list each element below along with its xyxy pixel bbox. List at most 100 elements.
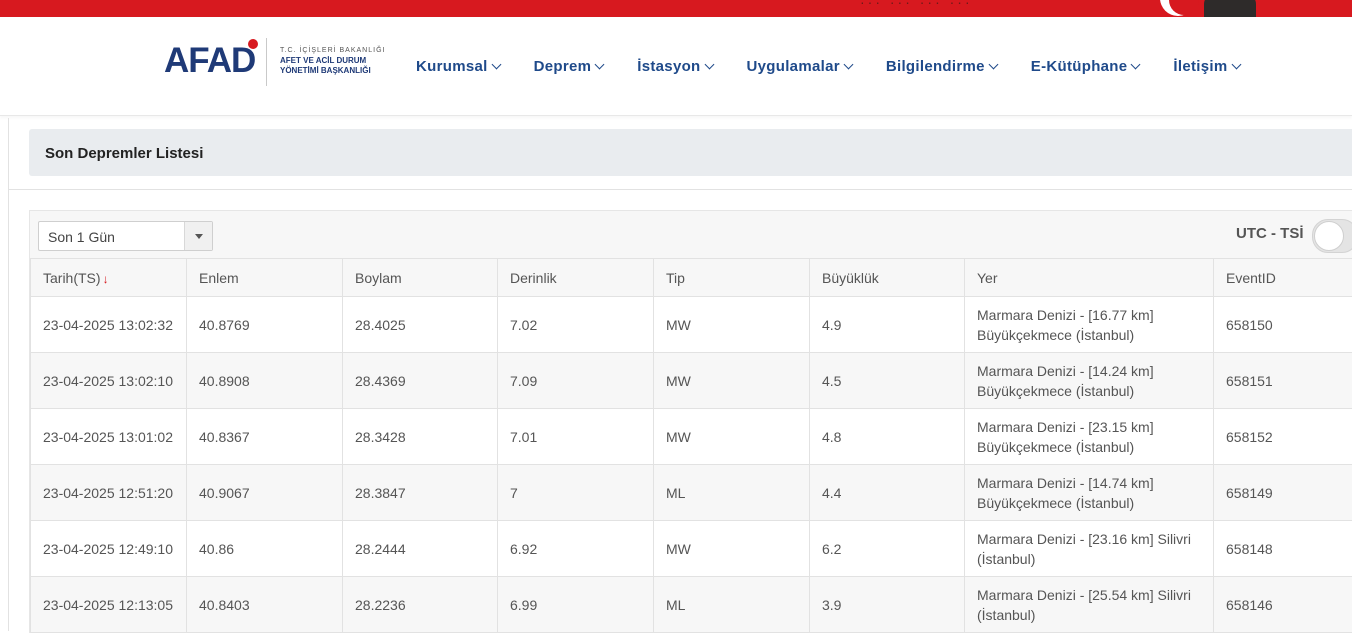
cell-date: 23-04-2025 13:02:32 (31, 297, 187, 353)
top-bar-decoration: ··· ··· ··· ··· (860, 0, 973, 10)
page-title: Son Depremler Listesi (45, 145, 203, 162)
table-row[interactable]: 23-04-2025 13:01:02 40.8367 28.3428 7.01… (31, 409, 1352, 465)
cell-type: MW (654, 521, 810, 577)
column-header-depth[interactable]: Derinlik (498, 259, 654, 297)
logo-line-3: YÖNETİMİ BAŞKANLIĞI (280, 66, 385, 76)
table-header-row: Tarih(TS)↓ Enlem Boylam Derinlik Tip Büy… (31, 259, 1352, 297)
cell-eventid: 658148 (1214, 521, 1352, 577)
column-header-latitude[interactable]: Enlem (187, 259, 343, 297)
table-row[interactable]: 23-04-2025 13:02:32 40.8769 28.4025 7.02… (31, 297, 1352, 353)
cell-magnitude: 4.9 (810, 297, 965, 353)
cell-eventid: 658151 (1214, 353, 1352, 409)
cell-latitude: 40.86 (187, 521, 343, 577)
afad-logo[interactable]: AFAD (164, 41, 255, 81)
cell-date: 23-04-2025 12:13:05 (31, 577, 187, 633)
table-row[interactable]: 23-04-2025 12:51:20 40.9067 28.3847 7 ML… (31, 465, 1352, 521)
logo-subtitle: T.C. İÇİŞLERİ BAKANLIĞI AFET VE ACİL DUR… (280, 46, 385, 76)
nav-bilgilendirme[interactable]: Bilgilendirme (886, 58, 997, 75)
content-border (8, 118, 9, 631)
cell-longitude: 28.3847 (343, 465, 498, 521)
chevron-down-icon (1231, 60, 1241, 70)
cell-magnitude: 4.4 (810, 465, 965, 521)
chevron-down-icon (491, 60, 501, 70)
cell-latitude: 40.8769 (187, 297, 343, 353)
panel-header: Son Depremler Listesi (29, 129, 1352, 176)
cell-depth: 7 (498, 465, 654, 521)
cell-eventid: 658146 (1214, 577, 1352, 633)
top-red-bar: ··· ··· ··· ··· (0, 0, 1352, 17)
chevron-down-icon (988, 60, 998, 70)
cell-latitude: 40.9067 (187, 465, 343, 521)
cell-magnitude: 3.9 (810, 577, 965, 633)
nav-deprem[interactable]: Deprem (534, 58, 604, 75)
cell-location: Marmara Denizi - [14.24 km] Büyükçekmece… (965, 353, 1214, 409)
turkish-flag-icon (1160, 0, 1196, 16)
cell-magnitude: 6.2 (810, 521, 965, 577)
table-row[interactable]: 23-04-2025 12:13:05 40.8403 28.2236 6.99… (31, 577, 1352, 633)
cell-type: MW (654, 297, 810, 353)
nav-label: Kurumsal (416, 58, 488, 75)
nav-label: Bilgilendirme (886, 58, 985, 75)
cell-latitude: 40.8908 (187, 353, 343, 409)
cell-longitude: 28.3428 (343, 409, 498, 465)
column-header-date[interactable]: Tarih(TS)↓ (31, 259, 187, 297)
cell-depth: 6.92 (498, 521, 654, 577)
cell-eventid: 658150 (1214, 297, 1352, 353)
logo-line-2: AFET VE ACİL DURUM (280, 56, 385, 66)
sort-down-arrow-icon[interactable]: ↓ (103, 272, 109, 286)
cell-depth: 6.99 (498, 577, 654, 633)
cell-location: Marmara Denizi - [14.74 km] Büyükçekmece… (965, 465, 1214, 521)
nav-e-kutuphane[interactable]: E-Kütüphane (1031, 58, 1140, 75)
cell-type: MW (654, 409, 810, 465)
table-row[interactable]: 23-04-2025 13:02:10 40.8908 28.4369 7.09… (31, 353, 1352, 409)
nav-label: Deprem (534, 58, 592, 75)
nav-label: İletişim (1173, 58, 1227, 75)
cell-location: Marmara Denizi - [23.16 km] Silivri (İst… (965, 521, 1214, 577)
cell-depth: 7.09 (498, 353, 654, 409)
column-header-location[interactable]: Yer (965, 259, 1214, 297)
column-header-type[interactable]: Tip (654, 259, 810, 297)
utc-tsi-label: UTC - TSİ (1236, 225, 1304, 242)
nav-kurumsal[interactable]: Kurumsal (416, 58, 500, 75)
column-header-eventid[interactable]: EventID (1214, 259, 1352, 297)
cell-location: Marmara Denizi - [23.15 km] Büyükçekmece… (965, 409, 1214, 465)
divider (9, 189, 1352, 190)
nav-uygulamalar[interactable]: Uygulamalar (747, 58, 852, 75)
column-header-longitude[interactable]: Boylam (343, 259, 498, 297)
main-nav: Kurumsal Deprem İstasyon Uygulamalar Bil… (416, 58, 1274, 75)
cell-latitude: 40.8367 (187, 409, 343, 465)
chevron-down-icon (595, 60, 605, 70)
table-row[interactable]: 23-04-2025 12:49:10 40.86 28.2444 6.92 M… (31, 521, 1352, 577)
utc-tsi-toggle[interactable] (1312, 219, 1352, 253)
cell-latitude: 40.8403 (187, 577, 343, 633)
cell-depth: 7.01 (498, 409, 654, 465)
nav-iletisim[interactable]: İletişim (1173, 58, 1239, 75)
chevron-down-icon (704, 60, 714, 70)
time-range-select[interactable]: Son 1 Gün (38, 221, 213, 251)
cell-date: 23-04-2025 13:01:02 (31, 409, 187, 465)
nav-label: E-Kütüphane (1031, 58, 1128, 75)
time-range-value: Son 1 Gün (48, 229, 115, 245)
cell-date: 23-04-2025 12:49:10 (31, 521, 187, 577)
cell-magnitude: 4.5 (810, 353, 965, 409)
column-header-magnitude[interactable]: Büyüklük (810, 259, 965, 297)
site-header: AFAD T.C. İÇİŞLERİ BAKANLIĞI AFET VE ACİ… (0, 17, 1352, 116)
chevron-down-icon (843, 60, 853, 70)
cell-longitude: 28.4369 (343, 353, 498, 409)
header-label: Tarih(TS) (43, 270, 101, 286)
cell-type: MW (654, 353, 810, 409)
cell-location: Marmara Denizi - [16.77 km] Büyükçekmece… (965, 297, 1214, 353)
cell-depth: 7.02 (498, 297, 654, 353)
cell-longitude: 28.2236 (343, 577, 498, 633)
nav-label: İstasyon (637, 58, 700, 75)
cell-location: Marmara Denizi - [25.54 km] Silivri (İst… (965, 577, 1214, 633)
logo-crescent-icon (248, 39, 258, 49)
nav-istasyon[interactable]: İstasyon (637, 58, 712, 75)
toggle-knob[interactable] (1314, 221, 1344, 251)
nav-label: Uygulamalar (747, 58, 840, 75)
cell-date: 23-04-2025 13:02:10 (31, 353, 187, 409)
cell-longitude: 28.2444 (343, 521, 498, 577)
logo-line-1: T.C. İÇİŞLERİ BAKANLIĞI (280, 46, 385, 56)
dropdown-arrow-icon[interactable] (184, 222, 212, 250)
chevron-down-icon (1131, 60, 1141, 70)
